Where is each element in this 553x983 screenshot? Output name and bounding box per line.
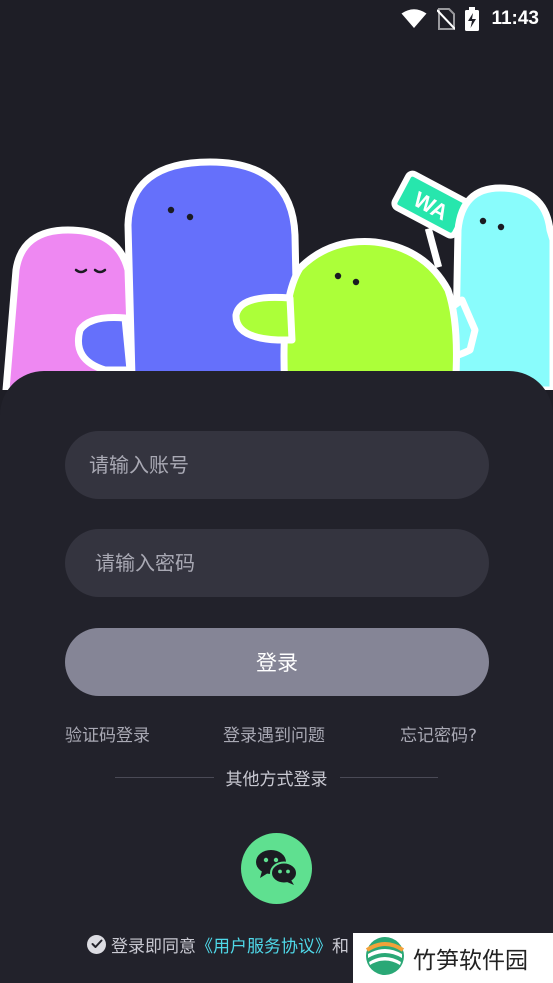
account-input[interactable]: [65, 431, 489, 499]
battery-charging-icon: [465, 7, 480, 31]
check-icon: [91, 939, 102, 948]
account-field[interactable]: [65, 431, 489, 499]
user-agreement-link[interactable]: 《用户服务协议》: [196, 932, 332, 957]
password-input[interactable]: [65, 529, 489, 597]
agreement-prefix: 登录即同意: [111, 936, 196, 957]
status-bar: 11:43: [0, 0, 553, 38]
status-time: 11:43: [491, 8, 539, 29]
login-card: 登录 验证码登录 登录遇到问题 忘记密码? 其他方式登录: [0, 371, 553, 983]
watermark-logo: [365, 936, 405, 980]
login-button[interactable]: 登录: [65, 628, 489, 696]
watermark: 竹笋软件园: [353, 933, 553, 983]
no-sim-icon: [437, 8, 456, 30]
forgot-password-link[interactable]: 忘记密码?: [400, 721, 477, 746]
agree-checkbox[interactable]: [87, 934, 106, 954]
other-methods-label: 其他方式登录: [225, 769, 328, 790]
wifi-icon: [401, 9, 427, 29]
watermark-text: 竹笋软件园: [413, 948, 528, 974]
sms-login-link[interactable]: 验证码登录: [65, 721, 150, 746]
wechat-icon: [255, 848, 299, 890]
wechat-login-button[interactable]: [241, 833, 312, 904]
agreement-row: 登录即同意 《用户服务协议》 和: [87, 932, 349, 957]
divider-line-left: [115, 776, 214, 778]
login-problem-link[interactable]: 登录遇到问题: [223, 721, 325, 746]
agreement-suffix: 和: [332, 936, 349, 957]
other-methods-divider: 其他方式登录: [115, 765, 438, 790]
password-field[interactable]: [65, 529, 489, 597]
divider-line-right: [339, 776, 438, 778]
hero-illustration: WA: [0, 150, 553, 394]
